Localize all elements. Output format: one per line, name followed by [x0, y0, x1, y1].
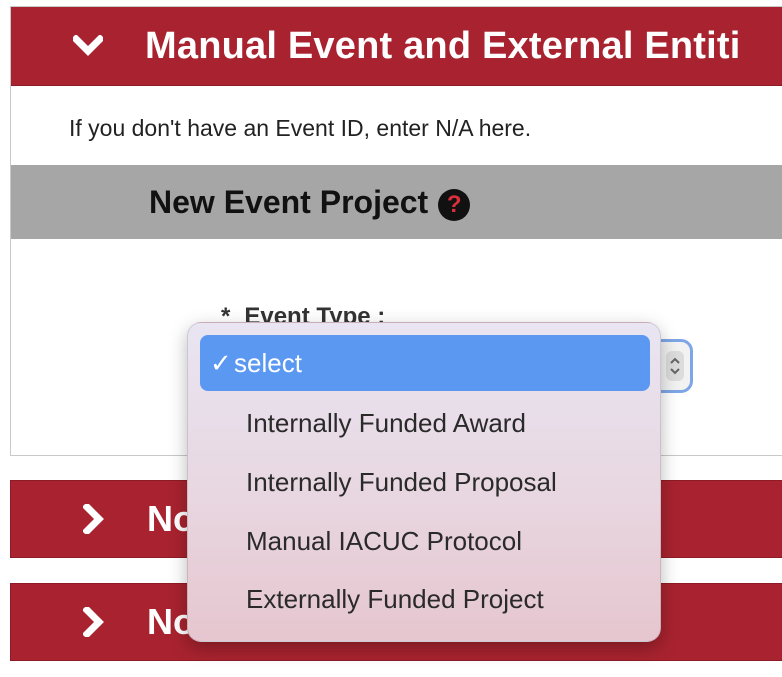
dropdown-option-label: select	[234, 347, 302, 378]
select-arrows-icon	[666, 351, 684, 381]
event-type-dropdown-menu: ✓ select Internally Funded Award Interna…	[187, 322, 661, 642]
dropdown-option-manual-iacuc-protocol[interactable]: Manual IACUC Protocol	[200, 513, 650, 569]
chevron-down-icon[interactable]	[65, 23, 111, 69]
dropdown-option-internally-funded-proposal[interactable]: Internally Funded Proposal	[200, 454, 650, 510]
checkmark-icon: ✓	[210, 347, 232, 378]
dropdown-option-select[interactable]: ✓ select	[200, 335, 650, 391]
question-circle-icon[interactable]: ?	[438, 189, 471, 221]
manual-event-panel-header[interactable]: Manual Event and External Entiti	[11, 7, 782, 86]
new-event-project-subheader: New Event Project ?	[11, 165, 782, 239]
dropdown-option-externally-funded-project[interactable]: Externally Funded Project	[200, 571, 650, 627]
chevron-right-icon[interactable]	[71, 496, 117, 542]
event-id-hint: If you don't have an Event ID, enter N/A…	[69, 115, 532, 141]
dropdown-option-label: Manual IACUC Protocol	[246, 525, 522, 556]
chevron-right-icon[interactable]	[71, 599, 117, 645]
dropdown-option-label: Internally Funded Proposal	[246, 466, 557, 497]
panel-title: Manual Event and External Entiti	[145, 24, 741, 67]
dropdown-option-label: Internally Funded Award	[246, 407, 526, 438]
dropdown-option-label: Externally Funded Project	[246, 583, 544, 614]
dropdown-option-internally-funded-award[interactable]: Internally Funded Award	[200, 395, 650, 451]
page: Manual Event and External Entiti If you …	[0, 0, 782, 677]
subheader-title: New Event Project	[149, 183, 429, 220]
